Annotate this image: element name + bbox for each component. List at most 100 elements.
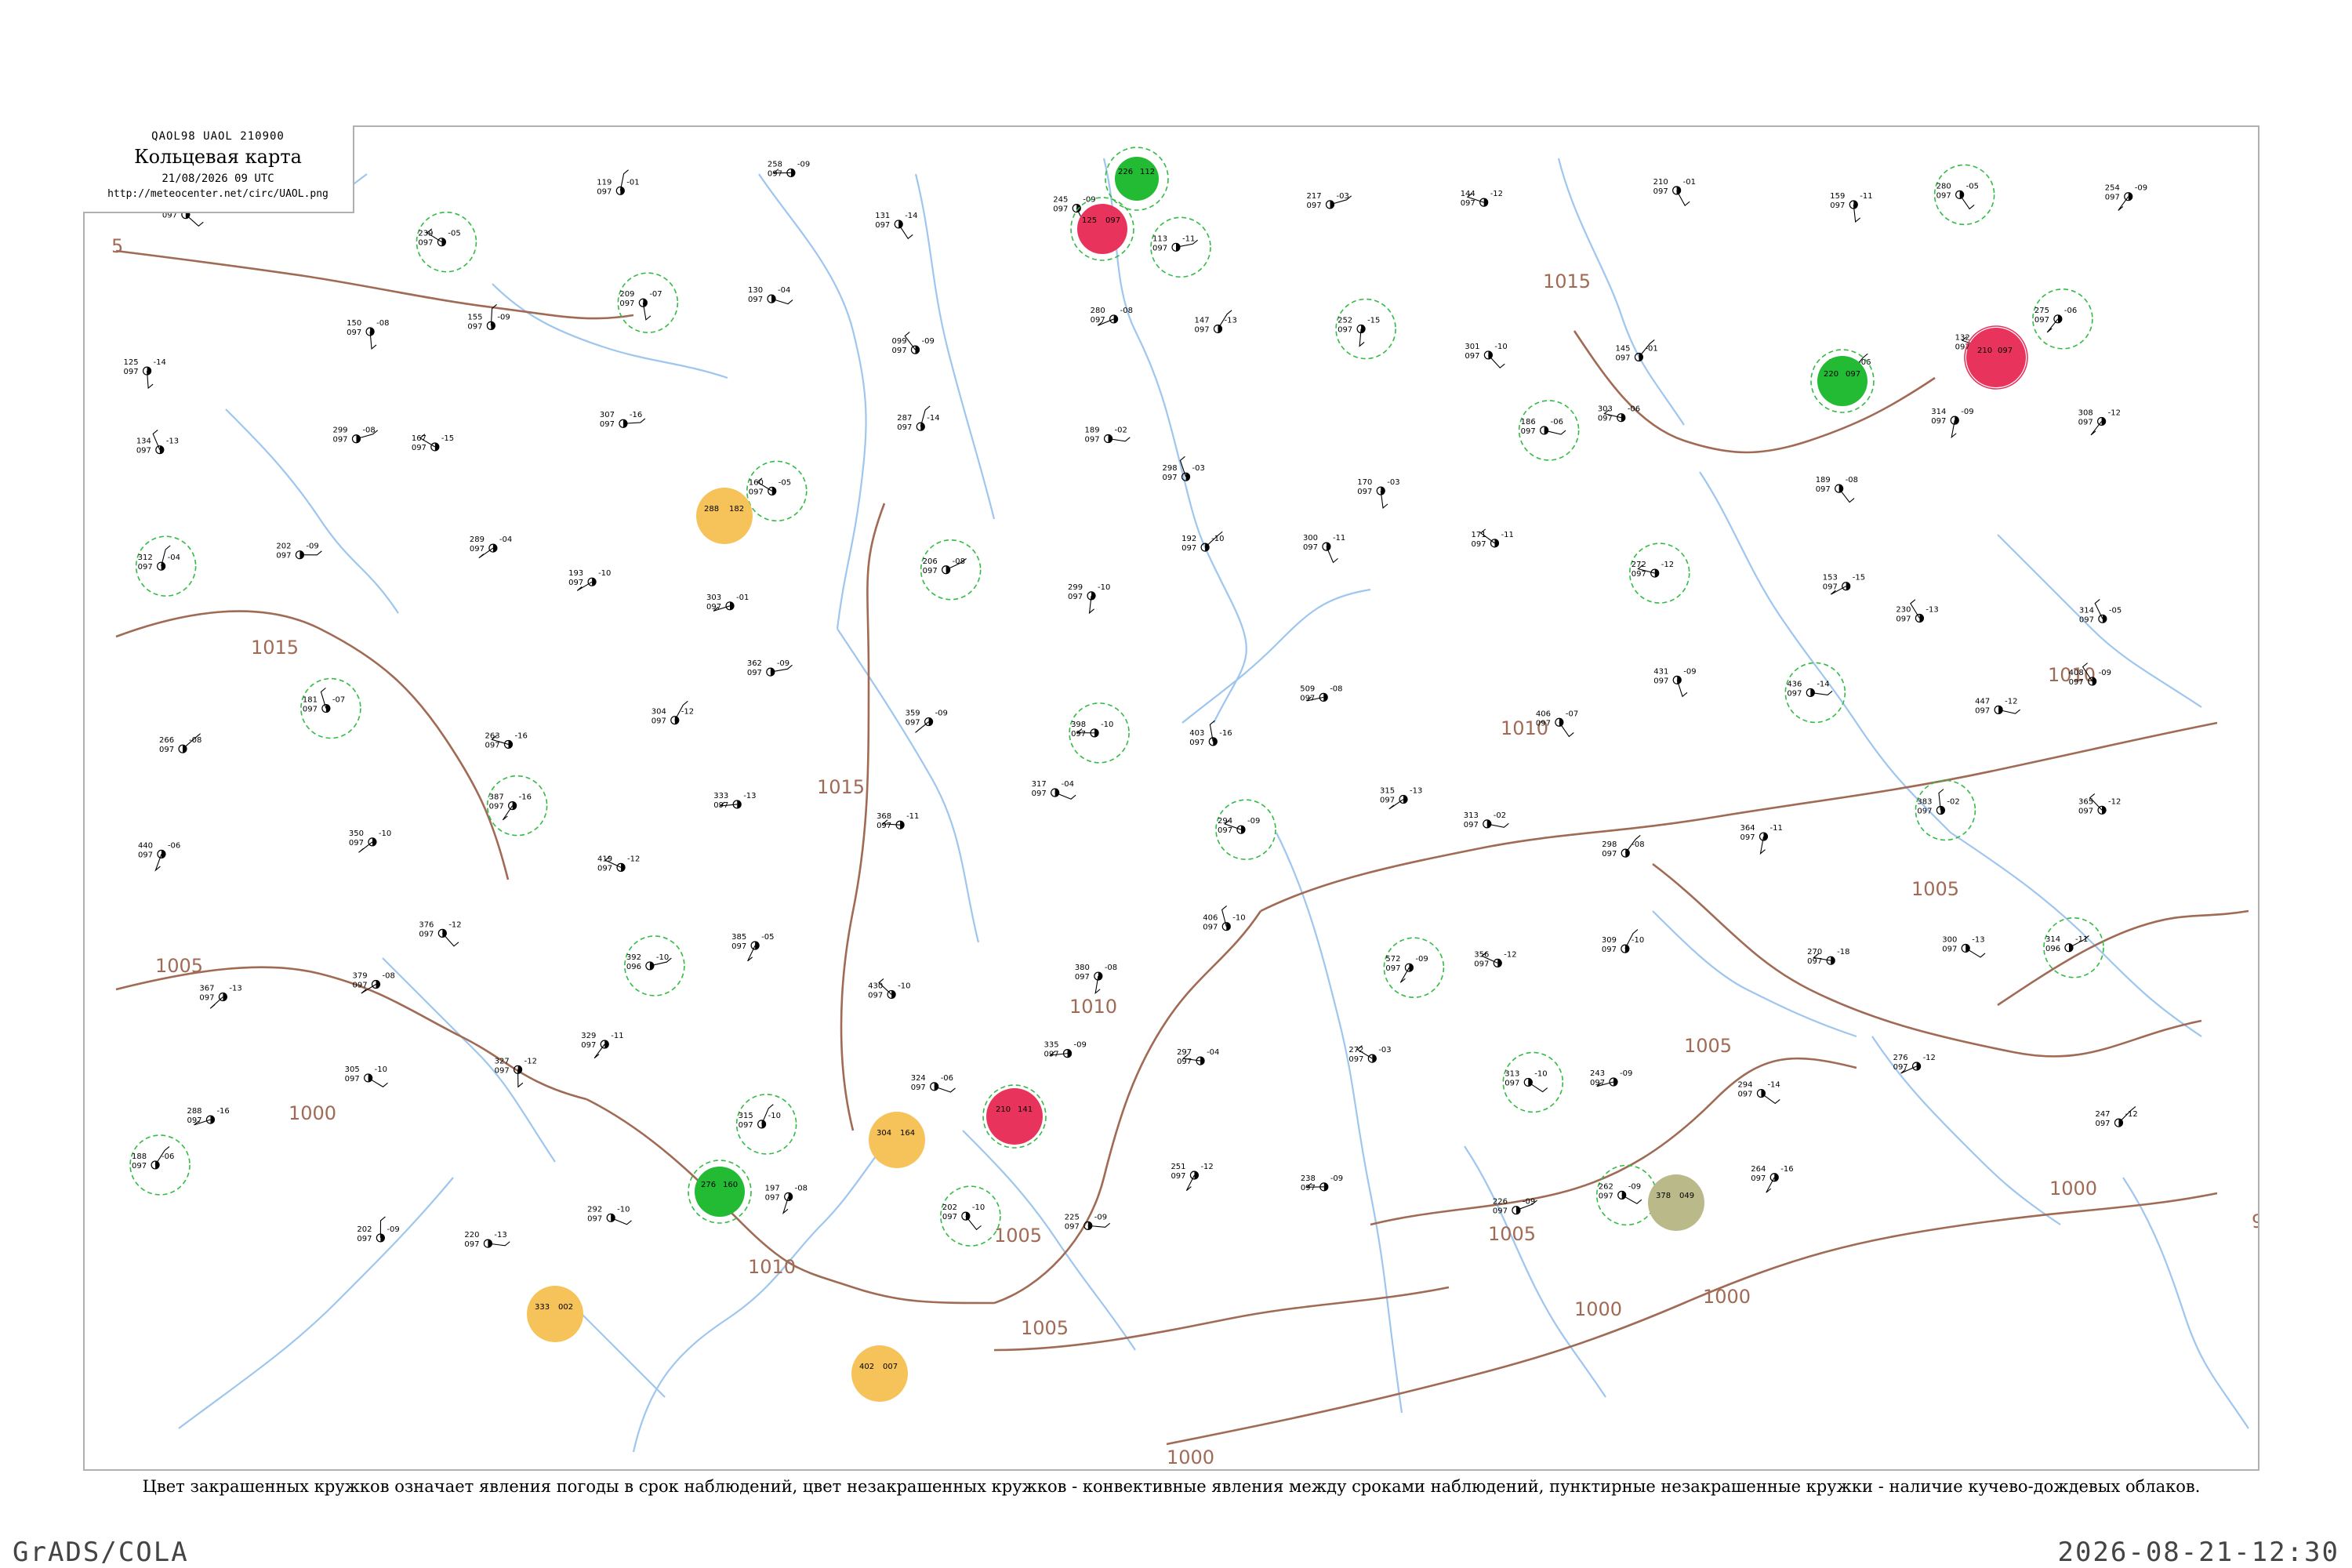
station-tendency: -08: [362, 426, 375, 435]
station-temp: 383: [1917, 797, 1932, 806]
station-tendency: -06: [1628, 405, 1640, 414]
station-plot: 333097 -13: [713, 792, 756, 810]
station-plot: 119097 -01: [597, 169, 640, 196]
station-tendency: -09: [1247, 817, 1260, 826]
station-pressure: 097: [1807, 957, 1822, 966]
wind-barb: [1761, 1093, 1780, 1105]
station-plot: 314097 -09: [1931, 408, 1974, 439]
station-pressure: 097: [1071, 730, 1086, 739]
station-plot: 266097 -08: [159, 733, 201, 754]
station-plot: 368097 -11: [877, 812, 919, 830]
station-temp: 189: [1085, 426, 1100, 434]
station-plot: 272097 -12: [1632, 561, 1674, 579]
station-temp: 294: [1737, 1081, 1752, 1090]
station-tendency: -16: [519, 793, 532, 802]
station-tendency: -13: [229, 984, 241, 993]
station-pressure: 182: [729, 505, 744, 514]
station-temp: 356: [1474, 950, 1489, 959]
station-pressure: 097: [1075, 973, 1090, 982]
station-plot: 447097 -12: [1975, 697, 2020, 715]
station-pressure: 097: [597, 187, 612, 196]
station-tendency: -11: [1182, 234, 1195, 243]
station-tendency: -16: [1780, 1165, 1793, 1174]
station-tendency: -09: [1683, 667, 1696, 676]
station-pressure: 097: [1737, 1091, 1752, 1099]
station-pressure: 097: [276, 552, 291, 561]
station-plot: 202097 -10: [942, 1203, 985, 1231]
station-temp: 263: [485, 731, 499, 740]
station-tendency: -13: [743, 792, 756, 800]
station-temp: 186: [1521, 418, 1536, 426]
station-pressure: 097: [1787, 689, 1802, 698]
phenomenon-disc-red: [1966, 328, 2026, 387]
station-plot: 113097 -11: [1152, 234, 1198, 252]
station-temp: 313: [1504, 1069, 1519, 1078]
station-pressure: 097: [1740, 833, 1755, 842]
station-pressure: 097: [489, 803, 504, 811]
wind-barb: [610, 1217, 632, 1225]
station-temp: 202: [276, 543, 291, 551]
station-plot: 292097 -10: [587, 1205, 632, 1225]
isobar-label: 1005: [1488, 1223, 1536, 1245]
station-pressure: 097: [138, 851, 153, 859]
station-plot: 376097 -12: [419, 920, 462, 947]
station-plot: 299097 -08: [332, 426, 379, 445]
station-temp: 379: [353, 971, 368, 980]
station-temp: 247: [2095, 1110, 2110, 1119]
station-pressure: 097: [1301, 1184, 1316, 1192]
station-tendency: -09: [1094, 1213, 1107, 1221]
station-pressure: 097: [470, 545, 485, 554]
station-pressure: 097: [2078, 807, 2093, 815]
station-tendency: -03: [1387, 478, 1399, 487]
station-pressure: 097: [1218, 826, 1232, 835]
station-temp: 226: [1493, 1198, 1508, 1207]
station-temp: 230: [1896, 605, 1911, 614]
station-temp: 210: [1977, 347, 1992, 355]
wind-barb: [502, 805, 514, 821]
station-pressure: 097: [1181, 544, 1196, 553]
station-plot: 276097 -12: [1893, 1054, 1936, 1074]
station-temp: 300: [1942, 935, 1957, 944]
station-plot: 171097 -11: [1471, 528, 1514, 549]
station-temp: 406: [1203, 914, 1218, 923]
station-temp: 305: [345, 1065, 360, 1074]
station-temp: 197: [765, 1184, 780, 1192]
station-temp: 159: [1830, 192, 1845, 201]
station-temp: 350: [349, 829, 364, 838]
station-tendency: -05: [1966, 182, 1979, 191]
station-plot: 167097 -15: [412, 434, 454, 452]
station-pressure: 097: [1917, 807, 1932, 815]
station-temp: 251: [1171, 1163, 1185, 1171]
isobar-label: 1015: [251, 637, 299, 659]
station-plot: 419097 -12: [597, 855, 640, 873]
station-tendency: -04: [499, 535, 512, 544]
station-plot: 230097 -13: [1896, 599, 1939, 623]
station-plot: 160097 -05: [749, 477, 791, 496]
station-tendency: -12: [681, 708, 694, 717]
station-tendency: -09: [497, 313, 510, 321]
station-temp: 258: [768, 160, 782, 169]
station-temp: 509: [1300, 684, 1315, 693]
station-tendency: -09: [777, 659, 789, 668]
station-pressure: 097: [1044, 1051, 1059, 1059]
station-pressure: 097: [1599, 1192, 1613, 1200]
station-temp: 402: [859, 1363, 874, 1371]
station-temp: 335: [1044, 1041, 1059, 1050]
station-pressure: 112: [1140, 168, 1155, 176]
highlighted-station: 276 160: [688, 1160, 752, 1224]
station-tendency: -09: [2135, 184, 2147, 193]
station-pressure: 097: [347, 328, 361, 337]
highlighted-station: 304 164: [869, 1112, 925, 1168]
station-pressure: 160: [723, 1181, 738, 1189]
station-temp: 367: [199, 984, 214, 993]
station-temp: 262: [1599, 1182, 1613, 1191]
station-temp: 307: [600, 411, 615, 419]
station-tendency: -12: [448, 920, 461, 929]
highlighted-station: 378 049: [1648, 1174, 1704, 1231]
station-pressure: 097: [868, 991, 883, 1000]
station-pressure: 097: [1998, 347, 2013, 355]
station-temp: 272: [1348, 1046, 1363, 1054]
station-plot: 305097 -10: [345, 1065, 388, 1087]
river: [1464, 1145, 1606, 1398]
station-temp: 362: [747, 659, 762, 668]
